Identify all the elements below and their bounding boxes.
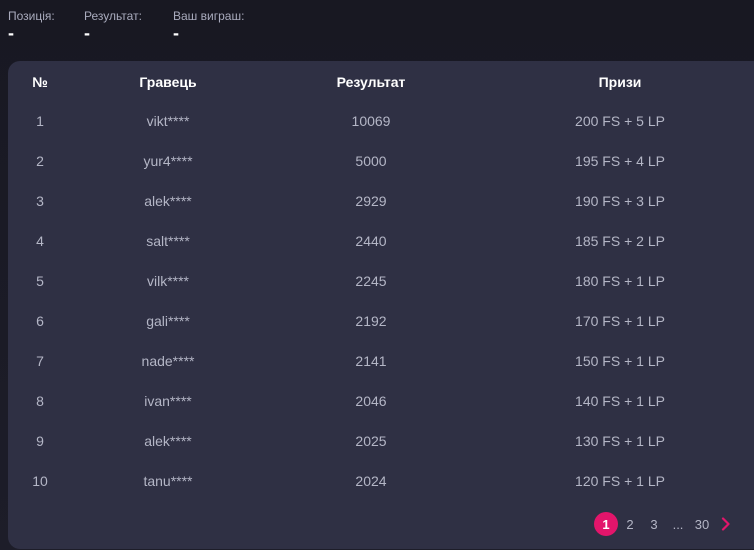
row-rank: 4: [36, 233, 44, 249]
row-result: 2929: [355, 193, 387, 209]
table-row: 7 nade**** 2141 150 FS + 1 LP: [8, 350, 754, 390]
row-result: 10069: [351, 113, 391, 129]
table-row: 10 tanu**** 2024 120 FS + 1 LP: [8, 470, 754, 510]
pagination: 1 2 3 ... 30: [594, 511, 738, 537]
summary-position: Позиція: -: [8, 8, 84, 42]
row-prize: 150 FS + 1 LP: [575, 353, 665, 369]
winnings-value: -: [173, 23, 179, 43]
row-player: yur4****: [143, 153, 193, 169]
page-ellipsis: ...: [672, 516, 684, 532]
row-player: salt****: [146, 233, 190, 249]
page-last-button[interactable]: 30: [690, 512, 714, 536]
row-rank: 7: [36, 353, 44, 369]
winnings-label: Ваш виграш:: [173, 9, 245, 23]
position-value: -: [8, 23, 14, 43]
row-prize: 140 FS + 1 LP: [575, 393, 665, 409]
row-result: 2025: [355, 433, 387, 449]
leaderboard-table: № Гравець Результат Призи 1 vikt**** 100…: [8, 61, 754, 549]
summary-winnings: Ваш виграш: -: [173, 8, 293, 42]
row-player: tanu****: [143, 473, 193, 489]
row-result: 2192: [355, 313, 387, 329]
row-prize: 200 FS + 5 LP: [575, 113, 665, 129]
row-rank: 5: [36, 273, 44, 289]
next-page-button[interactable]: [714, 512, 738, 536]
row-rank: 6: [36, 313, 44, 329]
table-body: 1 vikt**** 10069 200 FS + 5 LP 2 yur4***…: [8, 110, 754, 510]
table-row: 4 salt**** 2440 185 FS + 2 LP: [8, 230, 754, 270]
table-header: № Гравець Результат Призи: [8, 73, 754, 91]
table-row: 5 vilk**** 2245 180 FS + 1 LP: [8, 270, 754, 310]
row-prize: 185 FS + 2 LP: [575, 233, 665, 249]
row-prize: 170 FS + 1 LP: [575, 313, 665, 329]
chevron-right-icon: [721, 517, 730, 531]
row-rank: 3: [36, 193, 44, 209]
row-player: nade****: [141, 353, 195, 369]
row-prize: 130 FS + 1 LP: [575, 433, 665, 449]
page-1-button[interactable]: 1: [594, 512, 618, 536]
page-2-button[interactable]: 2: [618, 512, 642, 536]
row-player: gali****: [146, 313, 190, 329]
row-rank: 8: [36, 393, 44, 409]
row-prize: 190 FS + 3 LP: [575, 193, 665, 209]
page-3-button[interactable]: 3: [642, 512, 666, 536]
row-player: alek****: [144, 193, 192, 209]
row-rank: 9: [36, 433, 44, 449]
player-summary: Позиція: - Результат: - Ваш виграш: -: [8, 8, 293, 42]
row-result: 5000: [355, 153, 387, 169]
row-result: 2024: [355, 473, 387, 489]
row-rank: 1: [36, 113, 44, 129]
header-prizes: Призи: [598, 74, 642, 90]
header-result: Результат: [336, 74, 406, 90]
header-player: Гравець: [139, 74, 197, 90]
row-rank: 2: [36, 153, 44, 169]
summary-result: Результат: -: [84, 8, 173, 42]
table-row: 6 gali**** 2192 170 FS + 1 LP: [8, 310, 754, 350]
row-player: ivan****: [144, 393, 192, 409]
result-label: Результат:: [84, 9, 142, 23]
row-prize: 195 FS + 4 LP: [575, 153, 665, 169]
table-row: 8 ivan**** 2046 140 FS + 1 LP: [8, 390, 754, 430]
header-rank: №: [32, 74, 48, 90]
table-row: 9 alek**** 2025 130 FS + 1 LP: [8, 430, 754, 470]
table-row: 3 alek**** 2929 190 FS + 3 LP: [8, 190, 754, 230]
result-value: -: [84, 23, 90, 43]
table-row: 1 vikt**** 10069 200 FS + 5 LP: [8, 110, 754, 150]
row-prize: 120 FS + 1 LP: [575, 473, 665, 489]
table-row: 2 yur4**** 5000 195 FS + 4 LP: [8, 150, 754, 190]
row-player: alek****: [144, 433, 192, 449]
row-result: 2141: [355, 353, 387, 369]
leaderboard-page: Позиція: - Результат: - Ваш виграш: - № …: [0, 0, 754, 550]
position-label: Позиція:: [8, 9, 55, 23]
row-result: 2046: [355, 393, 387, 409]
row-rank: 10: [32, 473, 48, 489]
row-result: 2440: [355, 233, 387, 249]
row-player: vilk****: [146, 273, 189, 289]
row-result: 2245: [355, 273, 387, 289]
row-player: vikt****: [146, 113, 190, 129]
row-prize: 180 FS + 1 LP: [575, 273, 665, 289]
